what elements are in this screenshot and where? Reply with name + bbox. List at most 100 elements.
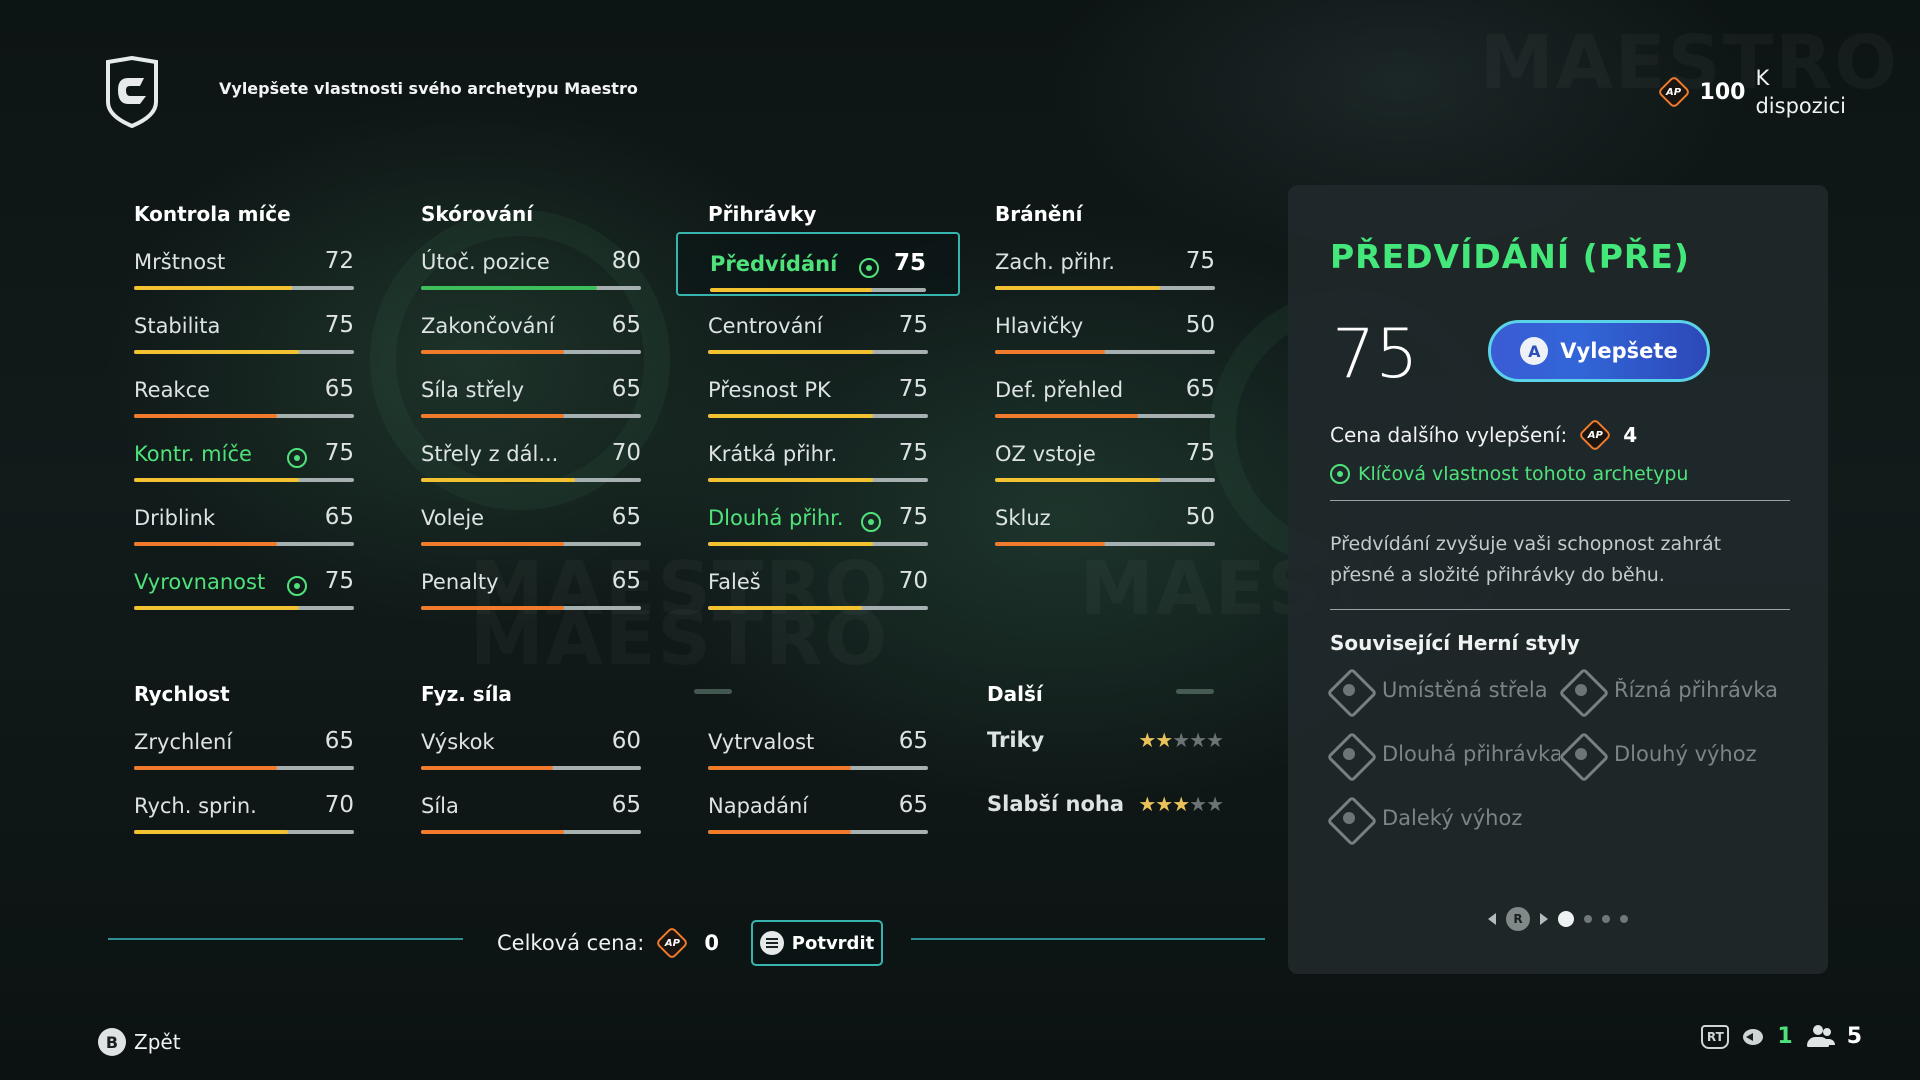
category-title: Další	[987, 682, 1043, 706]
star-icon: ★	[1138, 728, 1156, 752]
attribute-value: 80	[611, 248, 641, 274]
star-icon: ★	[1155, 728, 1173, 752]
attribute-row[interactable]: Stabilita 75	[134, 296, 354, 360]
category-title: Kontrola míče	[134, 202, 291, 226]
attribute-name: Napadání	[708, 794, 809, 818]
attribute-bar-fill	[134, 766, 277, 770]
page-dot[interactable]	[1620, 915, 1628, 923]
attribute-bar-fill	[421, 766, 553, 770]
page-dot[interactable]	[1558, 911, 1574, 927]
attribute-row[interactable]: Faleš 70	[708, 552, 928, 616]
playstyle-item[interactable]: Dlouhý výhoz	[1558, 731, 1804, 777]
attribute-row[interactable]: OZ vstoje 75	[995, 424, 1215, 488]
attribute-bar-fill	[134, 478, 299, 482]
attribute-name: Útoč. pozice	[421, 250, 550, 274]
star-icon: ★	[1138, 792, 1156, 816]
attribute-title: PŘEDVÍDÁNÍ (PŘE)	[1330, 237, 1690, 276]
attribute-name: Zach. přihr.	[995, 250, 1115, 274]
upgrade-button[interactable]: A Vylepšete	[1488, 320, 1710, 382]
attribute-value: 65	[611, 376, 641, 402]
attribute-bar	[134, 542, 354, 546]
attribute-row[interactable]: Driblink 65	[134, 488, 354, 552]
attribute-value: 75	[1185, 440, 1215, 466]
playstyle-item[interactable]: Dlouhá přihrávka	[1326, 731, 1560, 777]
cost-label: Cena dalšího vylepšení:	[1330, 423, 1568, 447]
attribute-row[interactable]: Zach. přihr. 75	[995, 232, 1215, 296]
ap-icon: AP	[1578, 418, 1613, 452]
party-members-icon	[1805, 1024, 1835, 1049]
playstyle-item[interactable]: Umístěná střela	[1326, 667, 1560, 713]
total-cost-amount: 0	[704, 931, 719, 955]
attribute-row[interactable]: Síla 65	[421, 776, 641, 840]
star-icon: ★	[1206, 792, 1224, 816]
attribute-bar-fill	[708, 414, 873, 418]
page-dot[interactable]	[1602, 915, 1610, 923]
attribute-bar-fill	[421, 478, 575, 482]
attribute-name: Krátká přihr.	[708, 442, 838, 466]
attribute-row[interactable]: Kontr. míče 75	[134, 424, 354, 488]
attribute-row[interactable]: Síla střely 65	[421, 360, 641, 424]
playstyle-item[interactable]: Daleký výhoz	[1326, 795, 1560, 841]
confirm-label: Potvrdit	[791, 932, 875, 954]
key-attribute-icon	[861, 512, 881, 532]
category-title: Skórování	[421, 202, 534, 226]
attribute-bar	[421, 350, 641, 354]
attribute-bar-fill	[421, 542, 564, 546]
attribute-bar	[134, 606, 354, 610]
attribute-bar-fill	[421, 286, 597, 290]
attribute-value: 65	[898, 728, 928, 754]
attribute-bar-fill	[708, 350, 873, 354]
column-physical-continued: Vytrvalost 65 Napadání 65	[708, 682, 928, 840]
skill-rating-row: Triky ★★★★★	[987, 712, 1224, 776]
attribute-row[interactable]: Def. přehled 65	[995, 360, 1215, 424]
attribute-row[interactable]: Přesnost PK 75	[708, 360, 928, 424]
page-dot[interactable]	[1584, 915, 1592, 923]
attribute-name: Dlouhá přihr.	[708, 506, 844, 530]
attribute-bar-fill	[708, 542, 873, 546]
back-button[interactable]: B Zpět	[98, 1028, 181, 1056]
playstyle-pager[interactable]: R	[1488, 907, 1628, 931]
attribute-row[interactable]: Útoč. pozice 80	[421, 232, 641, 296]
attribute-row[interactable]: Mrštnost 72	[134, 232, 354, 296]
attribute-value: 72	[324, 248, 354, 274]
attribute-bar	[134, 414, 354, 418]
attribute-row[interactable]: Výskok 60	[421, 712, 641, 776]
attribute-value: 65	[324, 504, 354, 530]
attribute-row[interactable]: Předvídání 75	[676, 232, 960, 296]
attribute-row[interactable]: Střely z dál... 70	[421, 424, 641, 488]
attribute-row[interactable]: Voleje 65	[421, 488, 641, 552]
attribute-row[interactable]: Vytrvalost 65	[708, 712, 928, 776]
column-shooting: Skórování Útoč. pozice 80 Zakončování 65 Síla…	[421, 202, 641, 616]
attribute-name: Přesnost PK	[708, 378, 831, 402]
attribute-row[interactable]: Napadání 65	[708, 776, 928, 840]
playstyle-label: Umístěná střela	[1382, 678, 1548, 702]
panel-divider	[1330, 500, 1790, 501]
attribute-bar-fill	[708, 606, 862, 610]
star-icon: ★	[1189, 792, 1207, 816]
attribute-row[interactable]: Hlavičky 50	[995, 296, 1215, 360]
star-icon: ★	[1172, 792, 1190, 816]
attribute-name: Faleš	[708, 570, 761, 594]
attribute-row[interactable]: Zrychlení 65	[134, 712, 354, 776]
attribute-bar-fill	[708, 478, 873, 482]
attribute-row[interactable]: Krátká přihr. 75	[708, 424, 928, 488]
attribute-row[interactable]: Dlouhá přihr. 75	[708, 488, 928, 552]
star-icon: ★	[1155, 792, 1173, 816]
playstyle-item[interactable]: Řízná přihrávka	[1558, 667, 1804, 713]
attribute-bar-fill	[134, 286, 293, 290]
confirm-button[interactable]: Potvrdit	[751, 920, 883, 966]
attribute-row[interactable]: Vyrovnanost 75	[134, 552, 354, 616]
attribute-value: 75	[893, 250, 926, 276]
attribute-row[interactable]: Reakce 65	[134, 360, 354, 424]
attribute-row[interactable]: Penalty 65	[421, 552, 641, 616]
attribute-value: 50	[1185, 312, 1215, 338]
attribute-row[interactable]: Skluz 50	[995, 488, 1215, 552]
attribute-row[interactable]: Rych. sprin. 70	[134, 776, 354, 840]
attribute-row[interactable]: Zakončování 65	[421, 296, 641, 360]
attribute-name: Vyrovnanost	[134, 570, 266, 594]
attribute-row[interactable]: Centrování 75	[708, 296, 928, 360]
skill-rating-name: Triky	[987, 728, 1045, 752]
attribute-value: 75	[1332, 315, 1419, 394]
attribute-value: 70	[898, 568, 928, 594]
total-cost-label: Celková cena:	[497, 931, 645, 955]
